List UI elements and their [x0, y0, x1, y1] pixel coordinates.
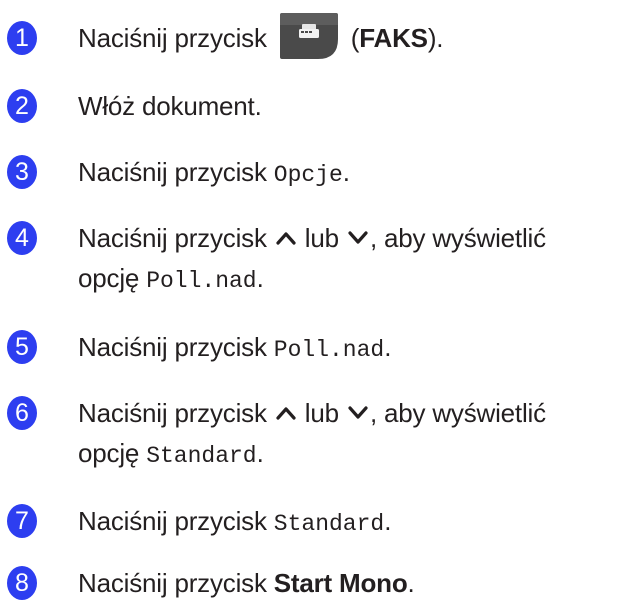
step-text-before: Naciśnij przycisk — [78, 568, 274, 598]
step-text-line2: opcję — [78, 438, 147, 468]
fax-label: FAKS — [359, 23, 428, 53]
step-text-before: Naciśnij przycisk — [78, 398, 274, 428]
step-text-before: Naciśnij przycisk — [78, 332, 274, 362]
step-text-after: . — [342, 157, 350, 187]
step-number-badge: 5 — [7, 330, 37, 364]
step-text-after-line1: , aby wyświetlić — [369, 223, 546, 253]
fax-button-icon[interactable] — [278, 11, 340, 61]
step-text-before: Naciśnij przycisk — [78, 23, 274, 53]
menu-option-opcje: Opcje — [273, 162, 343, 188]
step-text-after: . — [256, 263, 264, 293]
step-text: Naciśnij przycisk Start Mono. — [78, 563, 618, 603]
menu-option-poll-nad: Poll.nad — [146, 268, 257, 294]
chevron-down-icon — [348, 231, 368, 244]
step-text-after: . — [407, 568, 415, 598]
step-number-badge: 6 — [7, 396, 37, 430]
step-number-badge: 2 — [7, 89, 37, 123]
menu-option-standard: Standard — [273, 511, 385, 537]
chevron-down-icon — [348, 406, 368, 419]
step-number-badge: 3 — [7, 155, 37, 189]
step-text-before: Naciśnij przycisk — [78, 157, 274, 187]
step-text-after: ). — [427, 23, 444, 53]
step-number-badge: 8 — [7, 566, 37, 600]
step-text-or: lub — [297, 398, 346, 428]
step-text-middle: ( — [343, 23, 360, 53]
step-number-badge: 4 — [7, 221, 37, 255]
step-text: Naciśnij przycisk Opcje. — [78, 152, 618, 195]
start-mono-label: Start Mono — [273, 568, 408, 598]
chevron-up-icon — [276, 232, 296, 245]
step-text-or: lub — [297, 223, 346, 253]
step-text: Naciśnij przycisk Poll.nad. — [78, 327, 618, 370]
step-text-after: . — [256, 438, 264, 468]
step-text: Włóż dokument. — [78, 91, 262, 121]
step-text-before: Naciśnij przycisk — [78, 506, 274, 536]
step-text-after: . — [384, 332, 392, 362]
menu-option-standard: Standard — [146, 443, 257, 469]
step-text: Naciśnij przycisk lub , aby wyświetlić op… — [78, 218, 618, 301]
step-number-badge: 1 — [7, 21, 37, 55]
step-text: Naciśnij przycisk Standard. — [78, 501, 618, 544]
step-number-badge: 7 — [7, 504, 37, 538]
menu-option-poll-nad: Poll.nad — [273, 337, 385, 363]
step-text-before: Naciśnij przycisk — [78, 223, 274, 253]
step-text-after-line1: , aby wyświetlić — [369, 398, 546, 428]
step-text: Naciśnij przycisk (FAKS). — [78, 13, 618, 61]
step-text-line2: opcję — [78, 263, 147, 293]
step-text-after: . — [384, 506, 392, 536]
step-text: Naciśnij przycisk lub , aby wyświetlić op… — [78, 393, 618, 476]
chevron-up-icon — [276, 407, 296, 420]
